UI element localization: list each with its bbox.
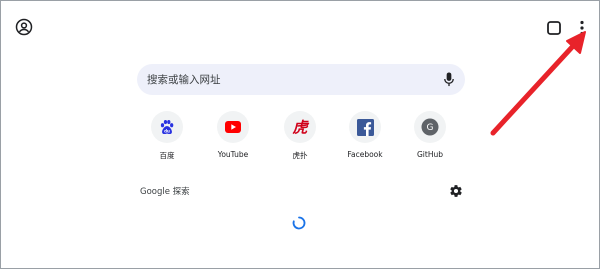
shortcut-label: 虎扑 xyxy=(292,151,308,160)
shortcut-label: 百度 xyxy=(159,151,175,160)
shortcut-youtube[interactable]: YouTube xyxy=(201,111,265,163)
svg-text:G: G xyxy=(427,123,434,133)
youtube-icon xyxy=(217,111,249,143)
facebook-icon xyxy=(349,111,381,143)
shortcut-tiles: du 百度 YouTube 虎 虎扑 Facebook G GitHub xyxy=(133,111,469,166)
search-input[interactable] xyxy=(147,64,427,95)
shortcut-label: YouTube xyxy=(217,150,249,159)
tab-switcher-button[interactable] xyxy=(544,18,564,38)
gear-icon[interactable] xyxy=(449,184,463,198)
shortcut-label: Facebook xyxy=(347,150,383,159)
shortcut-label: GitHub xyxy=(417,150,443,159)
baidu-paw-icon: du xyxy=(151,111,183,143)
account-circle-icon[interactable] xyxy=(15,18,33,36)
shortcut-github[interactable]: G GitHub xyxy=(398,111,462,163)
svg-text:虎: 虎 xyxy=(291,119,309,137)
hupu-icon: 虎 xyxy=(284,111,316,143)
shortcut-hupu[interactable]: 虎 虎扑 xyxy=(268,111,332,163)
browser-new-tab-page: du 百度 YouTube 虎 虎扑 xyxy=(0,0,600,269)
shortcut-baidu[interactable]: du 百度 xyxy=(135,111,199,163)
account-circle-icon-graphic xyxy=(15,18,33,36)
loading-spinner-icon xyxy=(292,216,306,230)
github-letter-icon: G xyxy=(414,111,446,143)
microphone-icon[interactable] xyxy=(443,72,455,87)
shortcut-facebook[interactable]: Facebook xyxy=(333,111,397,163)
search-box[interactable] xyxy=(137,64,465,95)
more-vert-icon xyxy=(580,20,584,36)
more-menu-button[interactable] xyxy=(575,17,589,39)
svg-text:du: du xyxy=(164,129,170,134)
tab-switcher-icon xyxy=(547,21,561,35)
discover-title: Google 探索 xyxy=(140,187,190,197)
